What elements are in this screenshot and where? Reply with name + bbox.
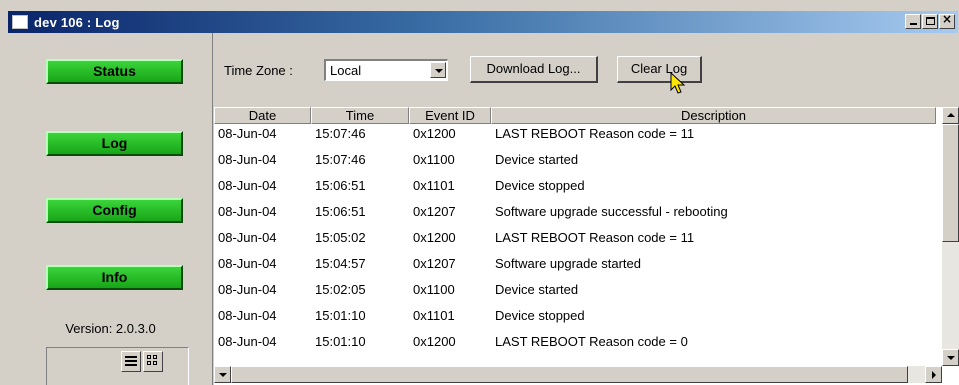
table-row[interactable]: 08-Jun-04 15:01:10 0x1200 LAST REBOOT Re… [214, 332, 936, 358]
app-icon [12, 15, 28, 29]
log-button[interactable]: Log [46, 131, 183, 156]
cell-date: 08-Jun-04 [218, 178, 277, 193]
scroll-right-icon[interactable] [925, 366, 942, 383]
clear-log-button[interactable]: Clear Log [617, 56, 702, 83]
cell-description: LAST REBOOT Reason code = 11 [495, 126, 695, 141]
cell-date: 08-Jun-04 [218, 126, 277, 141]
cell-event-id: 0x1200 [413, 126, 456, 141]
column-header-event-id[interactable]: Event ID [409, 107, 491, 124]
chevron-down-icon[interactable] [430, 62, 446, 78]
close-button[interactable]: × [939, 12, 955, 29]
title-bar[interactable]: dev 106 : Log × [8, 11, 958, 33]
cell-event-id: 0x1207 [413, 256, 456, 271]
timezone-label: Time Zone : [224, 63, 293, 78]
timezone-value: Local [330, 63, 362, 78]
config-button[interactable]: Config [46, 198, 183, 223]
table-body: 08-Jun-04 15:07:46 0x1200 LAST REBOOT Re… [214, 124, 936, 358]
grid-view-icon[interactable] [143, 351, 163, 372]
vertical-scroll-thumb[interactable] [942, 124, 959, 242]
version-label: Version: 2.0.3.0 [65, 321, 156, 336]
cell-date: 08-Jun-04 [218, 308, 277, 323]
cell-date: 08-Jun-04 [218, 334, 277, 349]
cell-time: 15:01:10 [315, 334, 366, 349]
cell-event-id: 0x1100 [413, 152, 455, 167]
minimize-button[interactable] [905, 14, 921, 29]
horizontal-scrollbar[interactable] [214, 366, 942, 383]
scroll-up-icon[interactable] [942, 107, 959, 124]
minimize-icon [910, 23, 917, 25]
scroll-down-icon[interactable] [942, 349, 959, 366]
status-button[interactable]: Status [46, 59, 183, 84]
column-header-description[interactable]: Description [491, 107, 936, 124]
cell-event-id: 0x1101 [413, 308, 455, 323]
cell-date: 08-Jun-04 [218, 152, 277, 167]
vertical-scrollbar[interactable] [942, 107, 959, 366]
cell-description: Software upgrade successful - rebooting [495, 204, 728, 219]
cell-event-id: 0x1200 [413, 230, 456, 245]
horizontal-scroll-thumb[interactable] [231, 366, 908, 383]
cell-description: Device started [495, 152, 579, 167]
cell-date: 08-Jun-04 [218, 204, 277, 219]
cell-time: 15:01:10 [315, 308, 366, 323]
cell-date: 08-Jun-04 [218, 256, 277, 271]
cell-date: 08-Jun-04 [218, 230, 277, 245]
cell-time: 15:05:02 [315, 230, 366, 245]
table-row[interactable]: 08-Jun-04 15:02:05 0x1100 Device started [214, 280, 936, 306]
cell-event-id: 0x1100 [413, 282, 455, 297]
close-icon: × [941, 12, 953, 26]
column-header-date[interactable]: Date [214, 107, 311, 124]
column-header-time[interactable]: Time [311, 107, 409, 124]
table-row[interactable]: 08-Jun-04 15:07:46 0x1100 Device started [214, 150, 936, 176]
cell-description: Device stopped [495, 308, 585, 323]
table-header: Date Time Event ID Description [214, 107, 936, 124]
cell-description: LAST REBOOT Reason code = 0 [495, 334, 688, 349]
list-view-icon[interactable] [121, 351, 141, 372]
maximize-icon [926, 17, 935, 25]
cell-description: Device started [495, 282, 579, 297]
mouse-pointer-icon [670, 72, 686, 94]
table-row[interactable]: 08-Jun-04 15:06:51 0x1207 Software upgra… [214, 202, 936, 228]
cell-event-id: 0x1207 [413, 204, 456, 219]
cell-description: Device stopped [495, 178, 585, 193]
scroll-down-end-icon[interactable] [214, 366, 231, 383]
cell-description: LAST REBOOT Reason code = 11 [495, 230, 695, 245]
info-button[interactable]: Info [46, 265, 183, 290]
cell-time: 15:04:57 [315, 256, 366, 271]
table-row[interactable]: 08-Jun-04 15:05:02 0x1200 LAST REBOOT Re… [214, 228, 936, 254]
download-log-button[interactable]: Download Log... [470, 56, 598, 83]
log-table: Date Time Event ID Description 08-Jun-04… [214, 107, 959, 385]
cell-date: 08-Jun-04 [218, 282, 277, 297]
cell-time: 15:02:05 [315, 282, 366, 297]
maximize-button[interactable] [922, 14, 938, 29]
cell-time: 15:06:51 [315, 178, 366, 193]
timezone-select[interactable]: Local [324, 59, 448, 81]
sidebar: Status Log Config Info Version: 2.0.3.0 [8, 33, 213, 385]
main-panel: Time Zone : Local Download Log... Clear … [214, 33, 959, 385]
cell-time: 15:07:46 [315, 126, 366, 141]
cell-description: Software upgrade started [495, 256, 641, 271]
cell-time: 15:06:51 [315, 204, 366, 219]
table-row[interactable]: 08-Jun-04 15:07:46 0x1200 LAST REBOOT Re… [214, 124, 936, 150]
log-window: dev 106 : Log × Status Log Config Info V… [0, 0, 959, 385]
view-toggle-group [46, 347, 189, 385]
window-title: dev 106 : Log [34, 14, 120, 30]
table-row[interactable]: 08-Jun-04 15:06:51 0x1101 Device stopped [214, 176, 936, 202]
table-row[interactable]: 08-Jun-04 15:01:10 0x1101 Device stopped [214, 306, 936, 332]
table-row[interactable]: 08-Jun-04 15:04:57 0x1207 Software upgra… [214, 254, 936, 280]
cell-event-id: 0x1101 [413, 178, 455, 193]
cell-time: 15:07:46 [315, 152, 366, 167]
cell-event-id: 0x1200 [413, 334, 456, 349]
window-controls: × [904, 12, 955, 29]
